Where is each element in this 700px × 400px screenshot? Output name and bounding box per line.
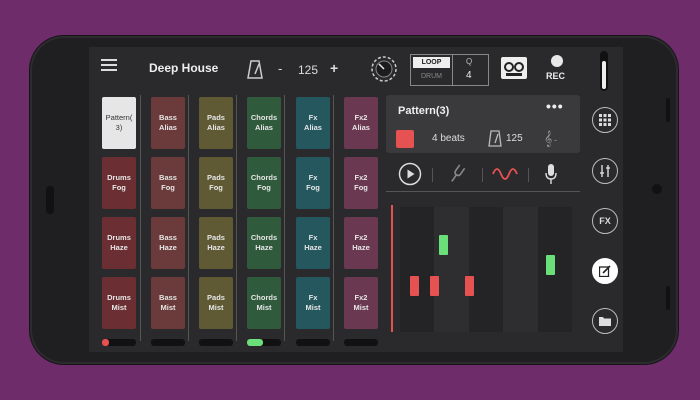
pad-column-separator [284,95,285,341]
tape-icon[interactable] [501,57,527,79]
quantize-label: Q [466,57,473,66]
mixer-icon [600,165,610,177]
roll-note[interactable] [545,254,555,275]
roll-beat-column [434,207,469,332]
pad[interactable]: Drums Mist [102,277,136,329]
grid-icon [599,114,611,126]
roll-note[interactable] [430,275,440,296]
pad-selected[interactable]: Pattern( 3) [102,97,136,149]
pad[interactable]: Chords Fog [247,157,281,209]
play-icon[interactable] [398,162,422,186]
pad[interactable]: Fx2 Fog [344,157,378,209]
pattern-panel[interactable]: Pattern(3) ••• 4 beats 125 𝄞 - [386,95,580,153]
bpm-decrease-button[interactable]: - [278,61,282,76]
pad[interactable]: Fx2 Alias [344,97,378,149]
treble-clef-icon: 𝄞 [544,130,553,146]
pad[interactable]: Pads Mist [199,277,233,329]
tool-separator [482,168,483,182]
channel-meter [247,339,281,346]
roll-beat-column [537,207,572,332]
pad[interactable]: Fx Mist [296,277,330,329]
loop-label[interactable]: LOOP [413,57,450,68]
roll-note[interactable] [464,275,474,296]
pad[interactable]: Chords Alias [247,97,281,149]
folder-icon [599,317,611,326]
pad[interactable]: Bass Mist [151,277,185,329]
pad[interactable]: Fx Haze [296,217,330,269]
roll-beat-column [503,207,538,332]
tool-separator [432,168,433,182]
roll-beat-column [400,207,435,332]
channel-meter [151,339,185,346]
bpm-value: 125 [298,63,319,77]
hamburger-icon[interactable] [101,59,117,71]
pad[interactable]: Bass Fog [151,157,185,209]
fx-button[interactable]: FX [592,208,618,234]
loop-divider [452,55,453,85]
meter-level [102,339,109,346]
pad[interactable]: Fx Fog [296,157,330,209]
pad-column-separator [333,95,334,341]
wave-icon[interactable] [492,165,518,183]
pad[interactable]: Pads Alias [199,97,233,149]
dial-icon[interactable] [370,55,398,83]
record-icon[interactable] [551,55,563,67]
channel-meter [199,339,233,346]
pad[interactable]: Chords Haze [247,217,281,269]
folder-button[interactable] [592,308,618,334]
pad[interactable]: Pads Fog [199,157,233,209]
roll-note[interactable] [409,275,419,296]
pattern-color-swatch[interactable] [396,130,414,148]
pad[interactable]: Chords Mist [247,277,281,329]
project-title: Deep House [149,61,219,75]
pad[interactable]: Fx Alias [296,97,330,149]
pad[interactable]: Bass Haze [151,217,185,269]
piano-roll[interactable] [391,205,572,332]
pattern-bpm[interactable]: 125 [506,133,523,144]
fx-label: FX [599,216,611,226]
pad[interactable]: Fx2 Haze [344,217,378,269]
metronome-icon [488,130,502,147]
mixer-button[interactable] [592,158,618,184]
tuning-fork-icon[interactable] [446,163,468,185]
quantize-value[interactable]: 4 [466,70,472,81]
bpm-increase-button[interactable]: + [330,60,338,76]
pad[interactable]: Fx2 Mist [344,277,378,329]
roll-note[interactable] [439,234,448,255]
pattern-key[interactable]: - [554,135,557,145]
pad-column-separator [140,95,141,341]
roll-beat-column [468,207,504,332]
phone-speaker [46,186,54,214]
tool-separator [528,168,529,182]
pad-column-separator [188,95,189,341]
pad[interactable]: Drums Haze [102,217,136,269]
volume-slider-handle[interactable] [602,61,606,89]
channel-meter [296,339,330,346]
tools-divider [386,191,580,192]
pad[interactable]: Pads Haze [199,217,233,269]
grid-view-button[interactable] [592,107,618,133]
pad[interactable]: Bass Alias [151,97,185,149]
app-screen: Deep House - 125 + LOOP DRUM Q 4 REC FX … [89,47,623,352]
channel-meter [344,339,378,346]
playhead-line[interactable] [391,205,393,332]
meter-level [247,339,263,346]
loop-quantize-box[interactable]: LOOP DRUM Q 4 [410,54,489,86]
metronome-icon[interactable] [247,59,263,79]
edit-icon [599,265,611,277]
microphone-icon[interactable] [544,163,558,185]
channel-meter [102,339,136,346]
phone-sensor [652,184,662,194]
record-label[interactable]: REC [546,71,565,81]
pattern-tools [386,159,580,189]
drum-label[interactable]: DRUM [413,71,450,82]
pattern-title: Pattern(3) [398,105,450,117]
phone-side-button [666,98,670,122]
pattern-beats[interactable]: 4 beats [432,133,465,144]
more-options-button[interactable]: ••• [546,98,564,114]
edit-button[interactable] [592,258,618,284]
phone-side-button [666,286,670,310]
pad[interactable]: Drums Fog [102,157,136,209]
pad-column-separator [236,95,237,341]
